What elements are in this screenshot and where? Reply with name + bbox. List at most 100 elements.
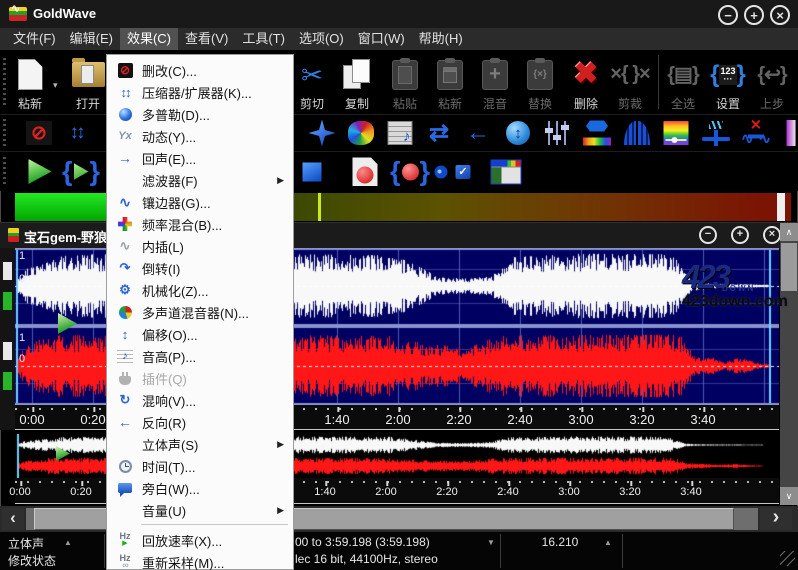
noise-reduction-toolbar-icon[interactable]: ∿✕∿	[741, 121, 771, 146]
copy-button[interactable]: 复制	[333, 52, 381, 112]
menu-item-volume[interactable]: 音量(U)▶	[108, 499, 292, 521]
menu-item-stereo[interactable]: 立体声(S)▶	[108, 433, 292, 455]
left-channel-zoom-slider[interactable]	[3, 262, 12, 280]
menu-item-flanger[interactable]: ∿镶边器(G)...	[108, 191, 292, 213]
trim-button[interactable]: ×{ }×剪裁	[606, 52, 654, 112]
scroll-right-icon[interactable]: ›	[760, 508, 792, 530]
monitor-enabled-button[interactable]: ✓	[456, 165, 471, 179]
menubar-item-view[interactable]: 查看(V)	[178, 28, 235, 50]
menu-item-compressor-expander[interactable]: ↕↕压缩器/扩展器(K)...	[108, 81, 292, 103]
time-icon	[113, 460, 137, 473]
scroll-up-icon[interactable]: ∧	[780, 223, 798, 241]
select-all-button[interactable]: {▤}全选	[659, 52, 707, 112]
menu-item-voice-over[interactable]: 旁白(W)...	[108, 477, 292, 499]
menu-item-dynamics[interactable]: Yx动态(Y)...	[108, 125, 292, 147]
paste-new-button[interactable]: 粘新	[426, 52, 474, 112]
scroll-left-icon[interactable]: ‹	[2, 508, 24, 530]
menu-item-resample[interactable]: Hz∞重新采样(M)...	[108, 551, 292, 570]
vertical-scrollbar[interactable]: ∧ ∨	[780, 223, 798, 505]
selection-dropdown-icon[interactable]: ▼	[487, 538, 495, 547]
vertical-scroll-thumb[interactable]	[781, 243, 797, 291]
sound-maximize-button[interactable]: +	[731, 226, 749, 244]
doppler-toolbar-icon[interactable]	[309, 120, 336, 147]
menu-item-playback-rate[interactable]: Hz▶回放速率(X)...	[108, 529, 292, 551]
delete-button[interactable]: ✖删除	[562, 52, 610, 112]
selection-info[interactable]: 00 to 3:59.198 (3:59.198)	[295, 535, 430, 549]
menubar-item-window[interactable]: 窗口(W)	[351, 28, 412, 50]
channel-mode-indicator[interactable]: 立体声	[8, 535, 44, 552]
echo-toolbar-icon[interactable]: ⇄	[429, 119, 449, 148]
minimize-button[interactable]: −	[718, 5, 738, 25]
scroll-down-icon[interactable]: ∨	[780, 487, 798, 505]
menu-separator	[141, 524, 288, 525]
stop-button[interactable]	[303, 162, 322, 181]
position-arrow-icon[interactable]: ▲	[604, 538, 612, 547]
menu-item-label: 动态(Y)...	[142, 127, 196, 146]
menubar-item-effect[interactable]: 效果(C)	[120, 28, 178, 50]
voice-over-toolbar-icon[interactable]	[702, 121, 730, 145]
menu-item-filter[interactable]: 滤波器(F)▶	[108, 169, 292, 191]
right-channel-zoom-slider[interactable]	[3, 342, 12, 360]
menu-item-label: 混响(V)...	[142, 391, 196, 410]
menubar-item-tool[interactable]: 工具(T)	[235, 28, 292, 50]
sound-close-button[interactable]: ×	[763, 226, 781, 244]
modified-state-indicator: 修改状态	[8, 552, 56, 569]
compressor-expander-toolbar-icon[interactable]: ↕↕	[70, 122, 83, 144]
record-new-button[interactable]	[353, 157, 378, 186]
status-separator	[500, 534, 501, 568]
filter-toolbar-icon[interactable]	[583, 121, 611, 146]
reverse-toolbar-icon[interactable]: ←	[466, 119, 490, 147]
pitch-toolbar-icon[interactable]: ♪	[388, 121, 413, 145]
menu-item-time[interactable]: 时间(T)...	[108, 455, 292, 477]
menu-item-offset[interactable]: ↕偏移(O)...	[108, 323, 292, 345]
close-button[interactable]: ×	[770, 5, 790, 25]
channel-mixer-toolbar-icon[interactable]	[348, 121, 374, 145]
channel-mode-arrow-icon[interactable]: ▲	[64, 538, 72, 547]
menu-item-doppler[interactable]: 多普勒(D)...	[108, 103, 292, 125]
offset-toolbar-icon[interactable]: ↕	[506, 121, 530, 145]
replace-button[interactable]: {×}替换	[516, 52, 564, 112]
menu-item-multichannel-mixer[interactable]: 多声道混音器(N)...	[108, 301, 292, 323]
play-button[interactable]	[29, 159, 52, 184]
clipped-edge-toolbar-icon[interactable]	[787, 120, 796, 146]
menu-item-censor[interactable]: ⊘删改(C)...	[108, 59, 292, 81]
paste-as-new-button[interactable]: 粘新	[6, 52, 54, 112]
sound-file-icon	[8, 228, 19, 242]
position-value[interactable]: 16.210	[530, 535, 590, 549]
open-button[interactable]: 打开	[64, 52, 112, 112]
record-selection-button[interactable]: {}	[390, 156, 430, 187]
menu-item-interpolate[interactable]: ∿内插(L)	[108, 235, 292, 257]
undo-step-button[interactable]: {↩}上步	[748, 52, 796, 112]
menu-item-pitch[interactable]: ♪音高(P)...	[108, 345, 292, 367]
sound-minimize-button[interactable]: −	[699, 226, 717, 244]
menu-item-reverse[interactable]: ←反向(R)	[108, 411, 292, 433]
menubar-item-options[interactable]: 选项(O)	[292, 28, 351, 50]
equalizer-toolbar-icon[interactable]	[548, 120, 566, 146]
toolbar-grip[interactable]	[3, 119, 6, 146]
menu-item-echo[interactable]: →回声(E)...	[108, 147, 292, 169]
menubar-item-file[interactable]: 文件(F)	[6, 28, 63, 50]
resize-grip[interactable]	[780, 551, 795, 566]
maximize-button[interactable]: +	[744, 5, 764, 25]
voice-over-icon	[113, 483, 137, 493]
menubar-item-help[interactable]: 帮助(H)	[412, 28, 470, 50]
spectrum-filter-toolbar-icon[interactable]	[664, 121, 689, 145]
play-selection-button[interactable]: {}	[62, 156, 100, 187]
menu-item-frequency-blend[interactable]: 频率混合(B)...	[108, 213, 292, 235]
settings-button[interactable]: {123···}设置	[704, 52, 752, 112]
right-channel-gain-slider[interactable]	[3, 372, 12, 390]
cut-button[interactable]: ✂剪切	[288, 52, 336, 112]
amplitude-label: 1	[19, 332, 25, 344]
menu-item-reverb[interactable]: ↻混响(V)...	[108, 389, 292, 411]
censor-toolbar-icon[interactable]: ⊘	[26, 121, 52, 145]
toolbar-grip[interactable]	[3, 157, 6, 187]
paste-button[interactable]: 粘贴	[381, 52, 429, 112]
monitor-input-button[interactable]	[435, 165, 448, 178]
mix-button[interactable]: +混音	[471, 52, 519, 112]
noise-gate-toolbar-icon[interactable]	[624, 121, 650, 145]
left-channel-gain-slider[interactable]	[3, 292, 12, 310]
control-properties-button[interactable]	[491, 159, 522, 184]
menu-item-mechanize[interactable]: ⚙机械化(Z)...	[108, 279, 292, 301]
menubar-item-edit[interactable]: 编辑(E)	[63, 28, 120, 50]
menu-item-invert[interactable]: ↷倒转(I)	[108, 257, 292, 279]
